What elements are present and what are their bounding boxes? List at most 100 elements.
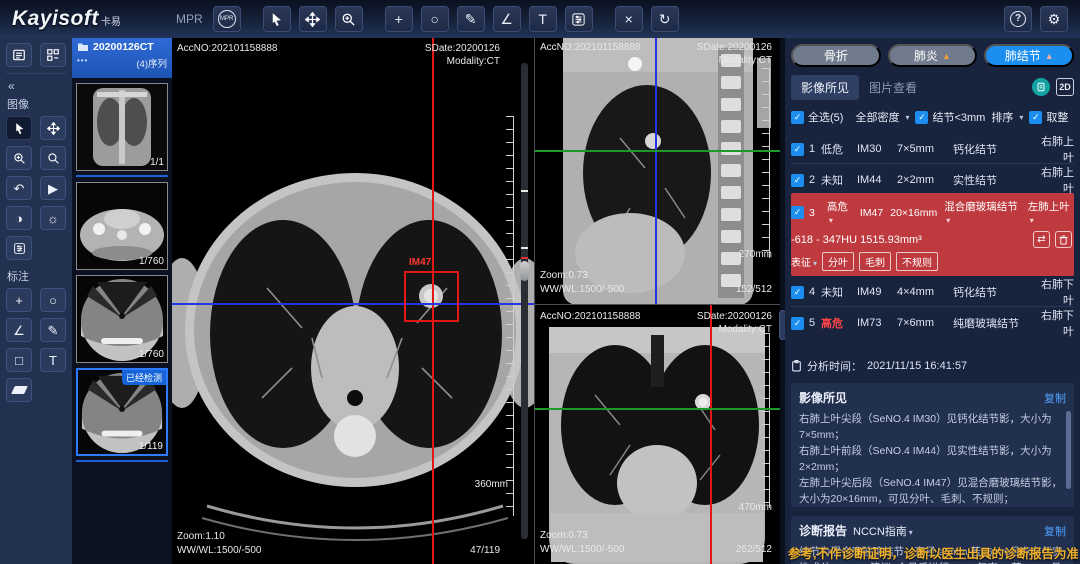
pointer-tool-button[interactable] [263, 6, 291, 32]
guideline-label: NCCN指南 [853, 526, 907, 538]
reset-tool-button[interactable]: ↻ [651, 6, 679, 32]
side-pencil-button[interactable]: ✎ [40, 318, 66, 342]
pan-tool-button[interactable] [299, 6, 327, 32]
thumbnail-series-4-selected[interactable]: 已经检测 1/119 [76, 368, 168, 456]
axial-ruler [506, 116, 514, 516]
angle-icon: ∠ [500, 12, 513, 26]
series-count: (4)序列 [136, 56, 167, 70]
checkbox-icon[interactable]: ✓ [791, 174, 804, 187]
delete-button[interactable] [1055, 231, 1072, 248]
measure-tool-button[interactable]: ✎ [457, 6, 485, 32]
swap-icon: ⇄ [1037, 234, 1045, 245]
close-tool-button[interactable]: × [615, 6, 643, 32]
side-windowing-button[interactable] [6, 236, 32, 260]
density-dropdown[interactable]: 全部密度 ▾ [855, 109, 909, 125]
coronal-crosshair-vertical[interactable] [710, 305, 712, 564]
panel-tabs: 影像所见 图片查看 2D [791, 75, 1074, 99]
compare-button[interactable]: ⇄ [1033, 231, 1050, 248]
side-magnify-button[interactable] [40, 146, 66, 170]
tab-image-view[interactable]: 图片查看 [859, 75, 927, 100]
thumbnail-series-3[interactable]: 1/760 [76, 275, 168, 363]
coronal-ruler [762, 333, 770, 508]
series-list-button[interactable] [6, 43, 32, 67]
sagittal-crosshair-horizontal[interactable] [535, 150, 780, 152]
side-rotate-button[interactable]: ↶ [6, 176, 32, 200]
copy-findings-link[interactable]: 复制 [1044, 390, 1066, 406]
side-play-button[interactable]: ▶ [40, 176, 66, 200]
ellipse-tool-button[interactable]: ○ [421, 6, 449, 32]
findings-scrollbar[interactable] [1066, 411, 1071, 489]
thumbnail-scout[interactable]: 1/1 [76, 83, 168, 171]
guideline-dropdown[interactable]: NCCN指南▾ [853, 523, 913, 539]
thumbnail-index: 1/119 [139, 441, 163, 452]
category-pneumonia-button[interactable]: 肺炎 ▲ [888, 44, 978, 67]
crosshair-tool-button[interactable]: + [385, 6, 413, 32]
axial-slice-slider[interactable] [521, 63, 528, 539]
nodule-im: IM49 [857, 286, 897, 298]
side-zoom-in-button[interactable] [6, 146, 32, 170]
side-invert-button[interactable]: ◑ [6, 206, 32, 230]
zoom-in-tool-button[interactable] [335, 6, 363, 32]
brightness-icon: ☼ [47, 212, 59, 225]
2d-mode-icon[interactable]: 2D [1056, 78, 1074, 96]
mpr-mode-button[interactable]: MPR [213, 6, 241, 32]
category-nodule-button[interactable]: 肺结节 ▲ [984, 44, 1074, 67]
side-brightness-button[interactable]: ☼ [40, 206, 66, 230]
axial-crosshair-horizontal[interactable] [172, 303, 534, 305]
checkbox-icon[interactable]: ✓ [791, 143, 804, 156]
nodule-row-2[interactable]: ✓2 未知 IM44 2×2mm 实性结节 右肺上叶 [791, 163, 1074, 193]
small-nodule-checkbox[interactable]: ✓ 结节<3mm [915, 109, 985, 125]
side-pointer-button[interactable] [6, 116, 32, 140]
coronal-crosshair-horizontal[interactable] [535, 408, 780, 410]
settings-button[interactable]: ⚙ [1040, 6, 1068, 32]
side-pan-button[interactable] [40, 116, 66, 140]
text-tool-button[interactable]: T [529, 6, 557, 32]
cursor-icon [269, 12, 284, 27]
sagittal-viewport[interactable]: 270mm AccNO:202101158888 SDate:20200126 … [535, 38, 780, 305]
nodule-row-5[interactable]: ✓5 高危 IM73 7×6mm 纯磨玻璃结节 右肺下叶 [791, 306, 1074, 336]
side-text-button[interactable]: T [40, 348, 66, 372]
windowing-tool-button[interactable] [565, 6, 593, 32]
side-eraser-button[interactable] [6, 378, 32, 402]
angle-tool-button[interactable]: ∠ [493, 6, 521, 32]
feature-dropdown[interactable]: 表征▾ [791, 254, 817, 269]
nodule-row-4[interactable]: ✓4 未知 IM49 4×4mm 钙化结节 右肺下叶 [791, 276, 1074, 306]
category-fracture-button[interactable]: 骨折 [791, 44, 881, 67]
more-icon[interactable]: ••• [77, 56, 88, 70]
help-button[interactable]: ? [1004, 6, 1032, 32]
annotation-tools-label: 标注 [7, 268, 66, 284]
nodule-type-dropdown[interactable]: 混合磨玻璃结节▾ [944, 199, 1021, 226]
layout-button[interactable] [40, 43, 66, 67]
side-crosshair-button[interactable]: + [6, 288, 32, 312]
nodule-risk-dropdown[interactable]: 高危▾ [827, 199, 853, 226]
collapse-sidebar-button[interactable]: « [8, 79, 66, 93]
side-ellipse-button[interactable]: ○ [40, 288, 66, 312]
nodule-location-dropdown[interactable]: 左肺上叶▾ [1028, 199, 1074, 226]
coronal-modality: Modality:CT [719, 323, 772, 336]
sagittal-crosshair-vertical[interactable] [655, 38, 657, 304]
nodule-size: 7×5mm [897, 143, 953, 155]
nodule-row-3-selected[interactable]: ✓3 高危▾ IM47 20×16mm 混合磨玻璃结节▾ 左肺上叶▾ -618 … [791, 193, 1074, 276]
checkbox-icon[interactable]: ✓ [791, 286, 804, 299]
side-angle-button[interactable]: ∠ [6, 318, 32, 342]
coronal-viewport[interactable]: 470mm AccNO:202101158888 SDate:20200126 … [535, 305, 780, 564]
windowing-icon [571, 12, 586, 27]
axial-viewport[interactable]: IM47 360mm AccNO:202101158888 SDate:2020… [172, 38, 535, 564]
study-header[interactable]: 20200126CT ••• (4)序列 [72, 38, 172, 78]
nodule-roi-box[interactable] [404, 271, 459, 322]
slice-slider-thumb[interactable] [520, 261, 529, 281]
report-icon[interactable] [1032, 78, 1050, 96]
round-checkbox[interactable]: ✓ 取整 [1029, 109, 1068, 125]
thumbnail-series-2[interactable]: 1/760 [76, 182, 168, 270]
nodule-row-1[interactable]: ✓1 低危 IM30 7×5mm 钙化结节 右肺上叶 [791, 133, 1074, 163]
nodule-size: 20×16mm [890, 207, 937, 219]
tab-findings[interactable]: 影像所见 [791, 75, 859, 100]
nodule-im: IM47 [860, 207, 883, 219]
sort-dropdown[interactable]: 排序 ▾ [991, 109, 1023, 125]
checkbox-icon[interactable]: ✓ [791, 206, 804, 219]
checkbox-icon[interactable]: ✓ [791, 317, 804, 330]
side-rect-button[interactable]: □ [6, 348, 32, 372]
copy-diagnosis-link[interactable]: 复制 [1044, 523, 1066, 539]
reset-icon: ↻ [659, 12, 671, 26]
select-all-checkbox[interactable]: ✓ 全选(5) [791, 109, 843, 125]
